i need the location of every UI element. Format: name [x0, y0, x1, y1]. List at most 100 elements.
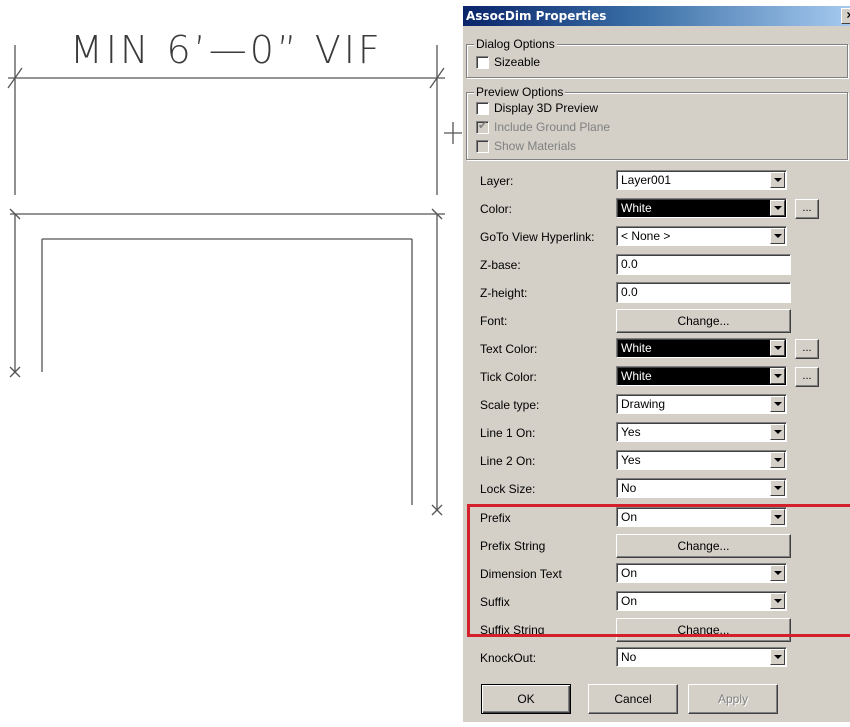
dialog-title: AssocDim Properties	[466, 9, 607, 23]
line2-on-select[interactable]: Yes	[616, 450, 787, 470]
text-color-select[interactable]: White	[616, 338, 787, 358]
property-row-scale-type: Scale type: Drawing	[463, 392, 850, 420]
prefix-string-label: Prefix String	[480, 539, 546, 553]
property-row-knockout: KnockOut: No	[463, 645, 850, 669]
suffix-select[interactable]: On	[616, 591, 787, 611]
lock-size-select[interactable]: No	[616, 478, 787, 498]
text-color-picker-button[interactable]: ...	[795, 339, 819, 359]
suffix-string-change-button[interactable]: Change...	[616, 618, 791, 642]
color-label: Color:	[480, 202, 513, 216]
knockout-select[interactable]: No	[616, 647, 787, 667]
line1-on-label: Line 1 On:	[480, 426, 536, 440]
chevron-down-icon[interactable]	[770, 649, 785, 665]
dialog-options-group: Dialog Options Sizeable	[466, 37, 848, 78]
line1-on-value: Yes	[621, 425, 641, 439]
chevron-down-icon[interactable]	[770, 228, 785, 244]
text-color-label: Text Color:	[480, 342, 538, 356]
lock-size-value: No	[621, 481, 637, 495]
layer-label: Layer:	[480, 174, 514, 188]
z-height-value: 0.0	[621, 285, 638, 299]
property-row-z-base: Z-base: 0.0	[463, 252, 850, 280]
preview-options-group: Preview Options Display 3D Preview ✔ Inc…	[466, 85, 848, 160]
include-ground-plane-label: Include Ground Plane	[494, 120, 611, 134]
suffix-string-label: Suffix String	[480, 623, 545, 637]
chevron-down-icon[interactable]	[770, 396, 785, 412]
sizeable-label: Sizeable	[494, 55, 541, 69]
property-row-color: Color: White ...	[463, 196, 850, 224]
font-label: Font:	[480, 314, 508, 328]
checkbox-box	[476, 139, 489, 153]
z-base-input[interactable]: 0.0	[616, 254, 791, 275]
scale-type-value: Drawing	[621, 397, 666, 411]
color-value: White	[621, 201, 652, 215]
tick-color-label: Tick Color:	[480, 370, 537, 384]
property-row-suffix-string: Suffix String Change...	[463, 617, 850, 645]
dimension-text-select[interactable]: On	[616, 563, 787, 583]
property-row-goto-view: GoTo View Hyperlink: < None >	[463, 224, 850, 252]
knockout-value: No	[621, 650, 637, 664]
scale-type-select[interactable]: Drawing	[616, 394, 787, 414]
chevron-down-icon[interactable]	[770, 368, 785, 384]
ok-button[interactable]: OK	[481, 684, 571, 714]
display-3d-preview-checkbox[interactable]: Display 3D Preview	[476, 101, 598, 115]
checkbox-box: ✔	[476, 119, 489, 134]
lock-size-label: Lock Size:	[480, 482, 536, 496]
dimension-text-value: On	[621, 566, 638, 580]
title-bar[interactable]: AssocDim Properties ×	[463, 6, 850, 26]
goto-view-select[interactable]: < None >	[616, 226, 787, 246]
close-button[interactable]: ×	[841, 8, 850, 24]
property-row-dimension-text: Dimension Text On	[463, 561, 850, 589]
color-picker-button[interactable]: ...	[795, 199, 819, 219]
assocdim-properties-dialog: AssocDim Properties × Dialog Options Siz…	[462, 6, 850, 722]
prefix-select[interactable]: On	[616, 507, 787, 527]
line2-on-label: Line 2 On:	[480, 454, 536, 468]
color-select[interactable]: White	[616, 198, 787, 218]
dialog-options-legend: Dialog Options	[474, 37, 557, 51]
z-height-input[interactable]: 0.0	[616, 282, 791, 303]
property-row-layer: Layer: Layer001	[463, 168, 850, 196]
property-row-suffix: Suffix On	[463, 589, 850, 617]
chevron-down-icon[interactable]	[770, 480, 785, 496]
property-row-text-color: Text Color: White ...	[463, 336, 850, 364]
layer-select[interactable]: Layer001	[616, 170, 787, 190]
z-base-value: 0.0	[621, 257, 638, 271]
tick-color-select[interactable]: White	[616, 366, 787, 386]
chevron-down-icon[interactable]	[770, 424, 785, 440]
dimension-text[interactable]: MIN 6’—0” VIF	[70, 28, 383, 72]
property-row-lock-size: Lock Size: No	[463, 476, 850, 504]
font-change-button[interactable]: Change...	[616, 309, 791, 333]
cancel-button[interactable]: Cancel	[588, 684, 678, 714]
chevron-down-icon[interactable]	[770, 200, 785, 216]
include-ground-plane-checkbox[interactable]: ✔ Include Ground Plane	[476, 120, 610, 134]
text-color-value: White	[621, 341, 652, 355]
apply-button[interactable]: Apply	[688, 684, 778, 714]
chevron-down-icon[interactable]	[770, 340, 785, 356]
preview-options-legend: Preview Options	[474, 85, 566, 99]
sizeable-checkbox[interactable]: Sizeable	[476, 55, 540, 69]
checkbox-box	[476, 101, 489, 115]
suffix-label: Suffix	[480, 595, 510, 609]
dimension-text-label: Dimension Text	[480, 567, 562, 581]
show-materials-checkbox[interactable]: Show Materials	[476, 139, 576, 153]
property-row-font: Font: Change...	[463, 308, 850, 336]
drawing-svg	[7, 45, 462, 516]
chevron-down-icon[interactable]	[770, 452, 785, 468]
checkmark-icon: ✔	[478, 119, 488, 132]
prefix-value: On	[621, 510, 638, 524]
cad-drawing-canvas[interactable]: MIN 6’—0” VIF	[0, 0, 462, 722]
chevron-down-icon[interactable]	[770, 172, 785, 188]
goto-view-value: < None >	[621, 229, 671, 243]
prefix-label: Prefix	[480, 511, 511, 525]
chevron-down-icon[interactable]	[770, 565, 785, 581]
prefix-string-change-button[interactable]: Change...	[616, 534, 791, 558]
tick-color-picker-button[interactable]: ...	[795, 367, 819, 387]
chevron-down-icon[interactable]	[770, 593, 785, 609]
z-height-label: Z-height:	[480, 286, 528, 300]
property-row-prefix: Prefix On	[463, 505, 850, 533]
suffix-value: On	[621, 594, 638, 608]
chevron-down-icon[interactable]	[770, 509, 785, 525]
scale-type-label: Scale type:	[480, 398, 540, 412]
line1-on-select[interactable]: Yes	[616, 422, 787, 442]
knockout-label: KnockOut:	[480, 651, 537, 665]
property-row-tick-color: Tick Color: White ...	[463, 364, 850, 392]
